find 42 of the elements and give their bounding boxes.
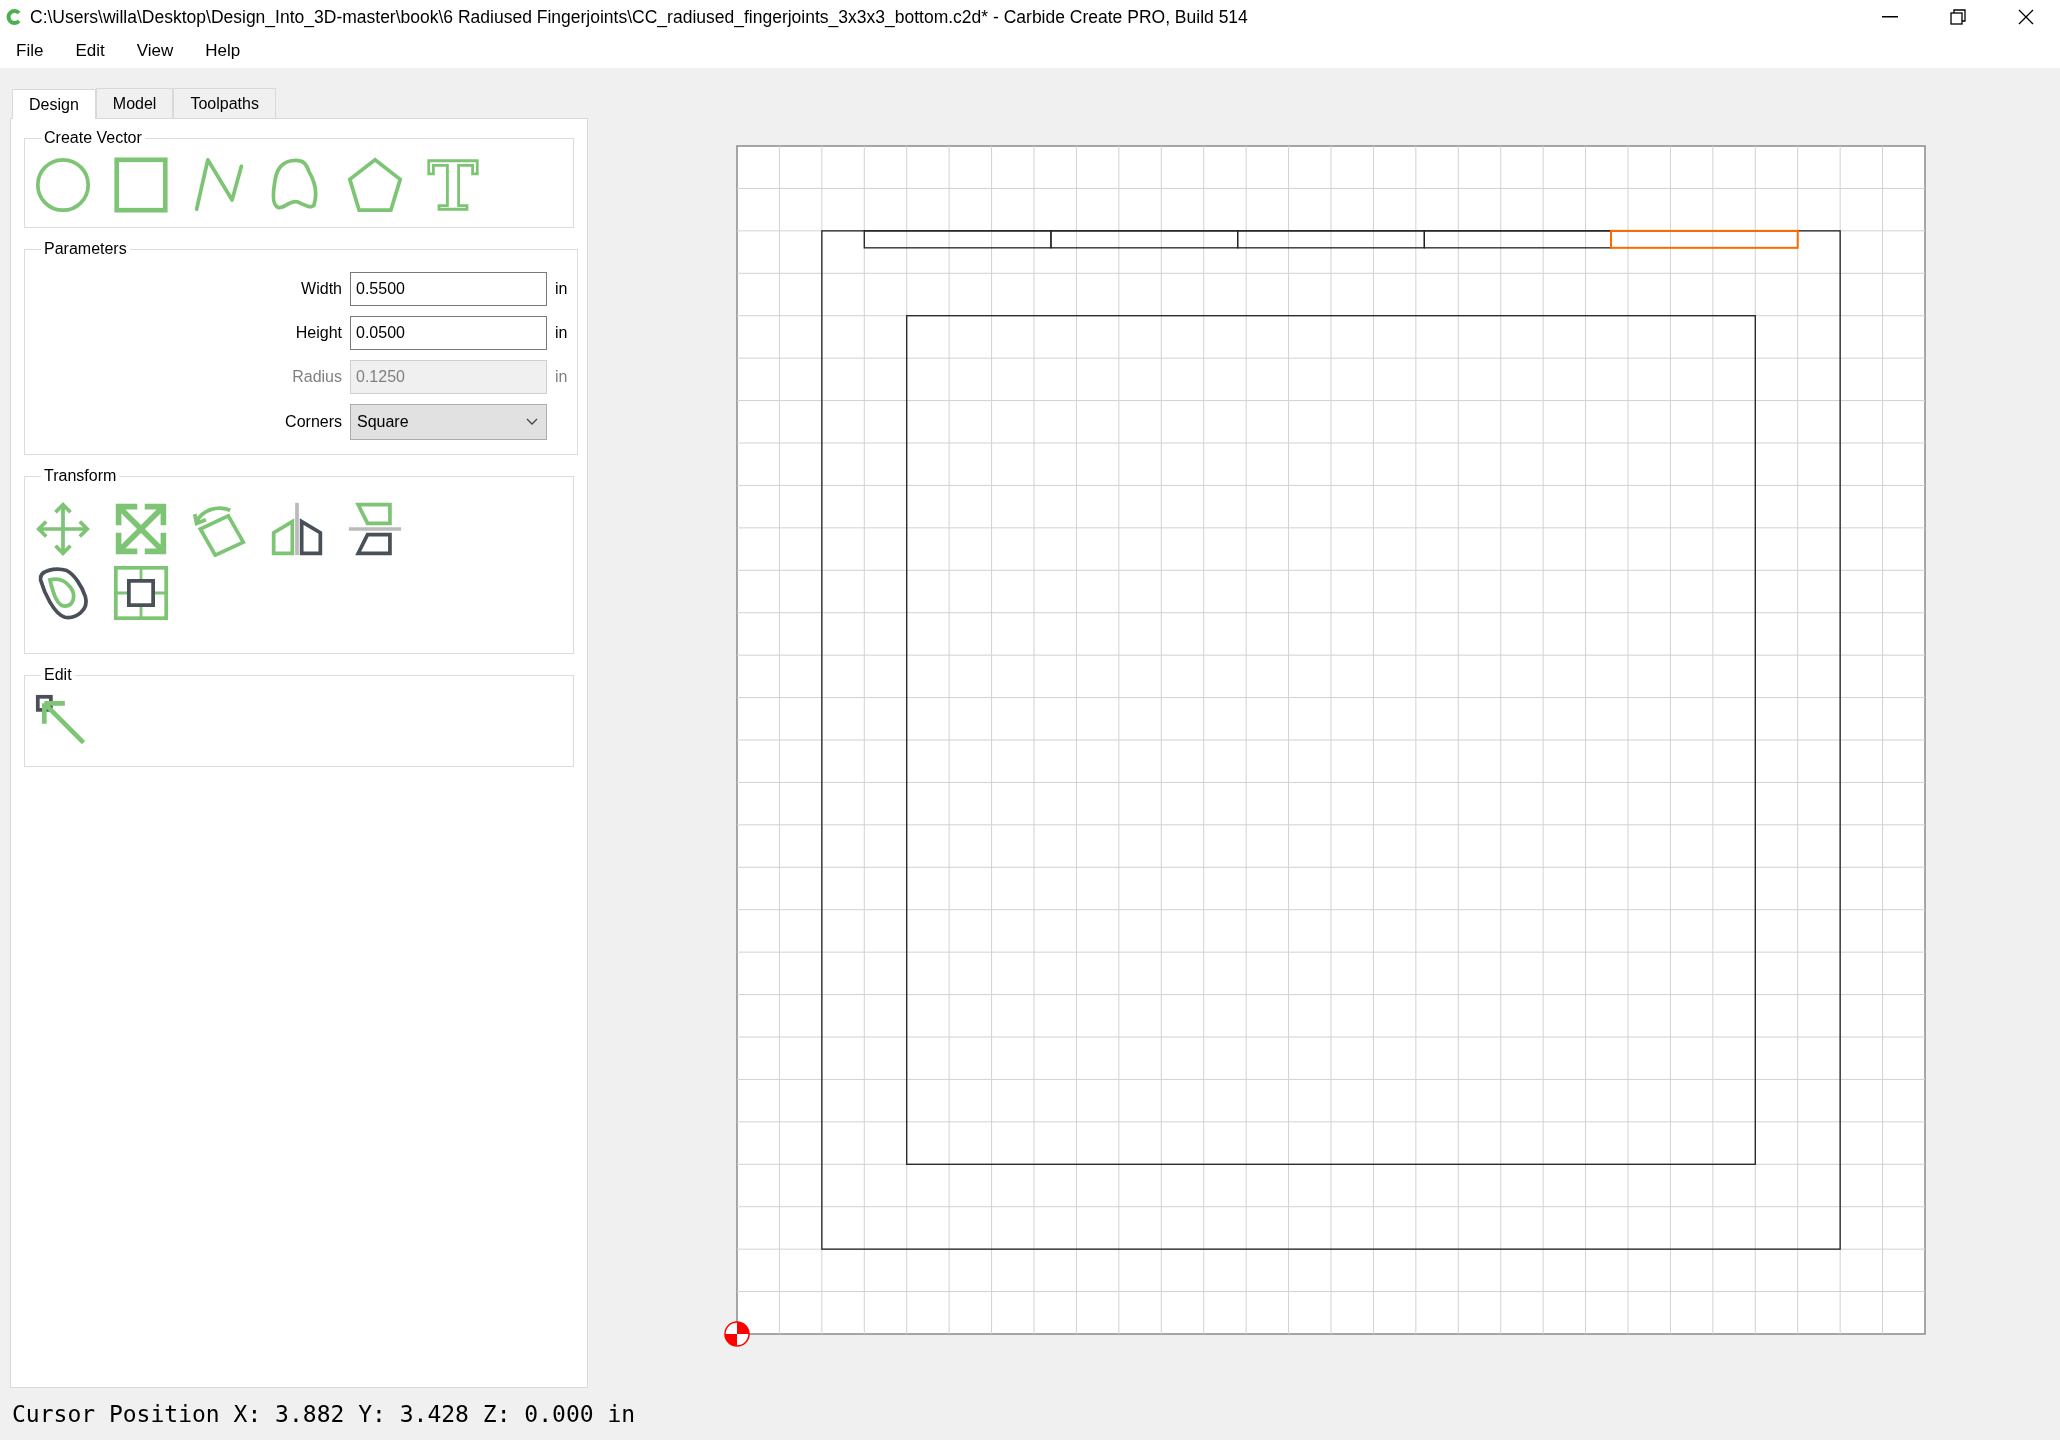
group-title: Transform bbox=[43, 467, 118, 485]
menu-item[interactable]: View bbox=[126, 37, 184, 65]
menu-item[interactable]: Edit bbox=[65, 37, 115, 65]
field-label: Radius bbox=[291, 368, 343, 386]
finger-rectangle[interactable] bbox=[1237, 230, 1425, 249]
finger-rectangle[interactable] bbox=[1423, 230, 1612, 249]
cursor-position-text: Cursor Position X: 3.882 Y: 3.428 Z: 0.000 in bbox=[11, 1400, 637, 1429]
group-title: Edit bbox=[43, 666, 73, 684]
tab[interactable]: Model bbox=[95, 88, 174, 118]
unit-label: in bbox=[555, 368, 568, 386]
field-label: Width bbox=[300, 280, 343, 298]
app-logo-icon bbox=[6, 9, 22, 25]
scale-icon[interactable] bbox=[113, 501, 169, 557]
restore-icon[interactable] bbox=[1950, 9, 1966, 25]
mirror-icon[interactable] bbox=[269, 501, 325, 557]
corners-dropdown[interactable]: Square bbox=[350, 404, 547, 440]
menu-item[interactable]: Help bbox=[195, 37, 251, 65]
field-label: Height bbox=[294, 324, 343, 342]
origin-marker-icon bbox=[724, 1321, 750, 1347]
finger-rectangle[interactable] bbox=[1050, 230, 1239, 249]
unit-label: in bbox=[555, 280, 568, 298]
flip-icon[interactable] bbox=[347, 501, 403, 557]
finger-rectangle[interactable] bbox=[863, 230, 1052, 249]
menu-item[interactable]: File bbox=[6, 37, 54, 65]
window-title: C:\Users\willa\Desktop\Design_Into_3D-master\book\6 Radiused Fingerjoints\CC_radiused_fingerjoints_3x3x3_bottom.c2d* - Carbide Create PRO, Build 514 bbox=[30, 6, 1249, 28]
close-icon[interactable] bbox=[2018, 9, 2034, 25]
rectangle-icon[interactable] bbox=[113, 157, 169, 213]
move-icon[interactable] bbox=[35, 501, 91, 557]
field-label: Corners bbox=[284, 413, 343, 431]
input-field[interactable]: 0.0500 bbox=[350, 316, 547, 350]
align-icon[interactable] bbox=[113, 565, 169, 621]
tab[interactable]: Design bbox=[12, 89, 96, 119]
group-title: Parameters bbox=[43, 240, 128, 258]
unit-label: in bbox=[555, 324, 568, 342]
circle-icon[interactable] bbox=[35, 157, 91, 213]
caret-icon bbox=[526, 418, 538, 426]
group-title: Create Vector bbox=[43, 129, 143, 147]
input-field[interactable]: 0.5500 bbox=[350, 272, 547, 306]
tab[interactable]: Toolpaths bbox=[173, 88, 276, 118]
minimize-icon[interactable] bbox=[1882, 16, 1898, 18]
text-icon[interactable] bbox=[425, 157, 481, 213]
polygon-icon[interactable] bbox=[347, 157, 403, 213]
